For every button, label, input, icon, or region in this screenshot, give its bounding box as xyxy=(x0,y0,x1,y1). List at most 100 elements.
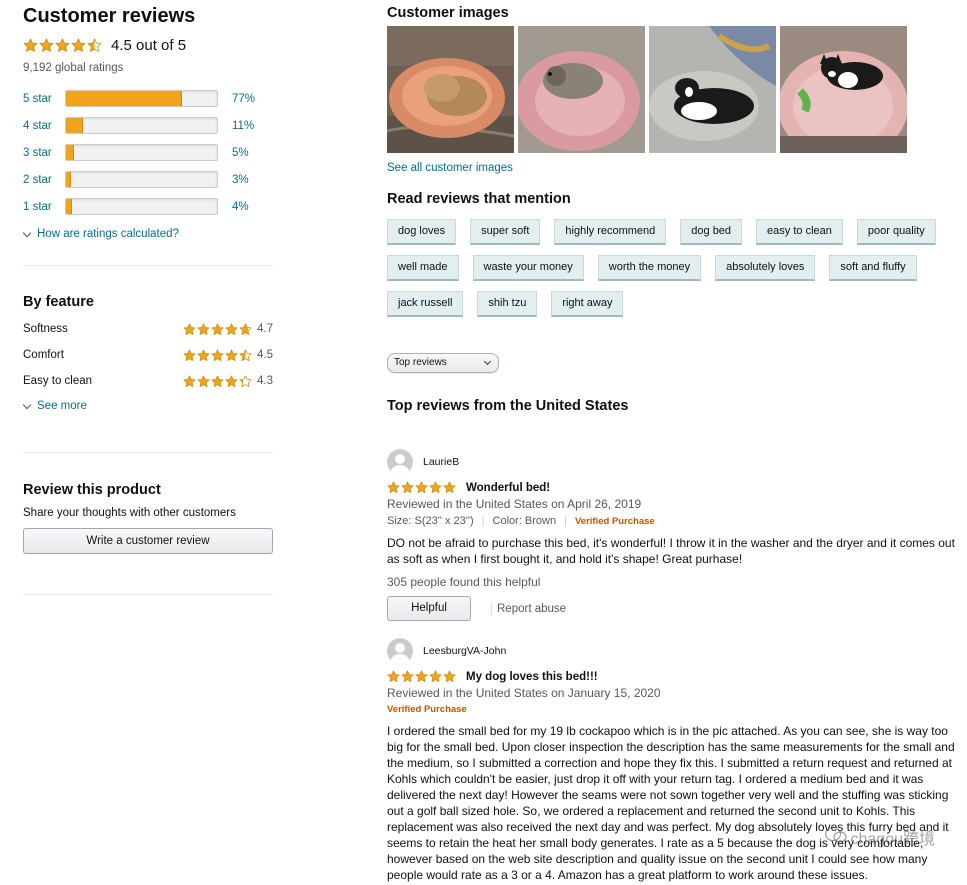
customer-image-dog-on-orange-bed[interactable] xyxy=(387,26,514,153)
histogram-bar[interactable] xyxy=(65,198,218,215)
star-icon xyxy=(443,670,456,683)
histogram-percent[interactable]: 5% xyxy=(232,147,249,159)
avatar xyxy=(387,638,413,664)
mention-tag[interactable]: highly recommend xyxy=(554,219,667,245)
star-icon xyxy=(225,322,238,336)
mention-tag[interactable]: super soft xyxy=(470,219,541,245)
star-icon xyxy=(429,670,442,683)
mention-tag[interactable]: poor quality xyxy=(856,219,936,245)
histogram-fill xyxy=(66,91,183,106)
feature-star-icon xyxy=(183,348,252,362)
histogram-row-3[interactable]: 3 star 5% xyxy=(23,139,273,166)
global-ratings-count: 9,192 global ratings xyxy=(23,62,124,74)
reviewer-name[interactable]: LaurieB xyxy=(423,456,459,468)
histogram-label[interactable]: 3 star xyxy=(23,147,65,159)
histogram-bar[interactable] xyxy=(65,90,218,107)
review-size[interactable]: Size: S(23'' x 23'') xyxy=(387,515,474,527)
histogram-row-2[interactable]: 2 star 3% xyxy=(23,166,273,193)
reviewer-profile[interactable]: LeesburgVA-John xyxy=(387,638,957,664)
histogram-percent[interactable]: 3% xyxy=(232,174,249,186)
wechat-icon xyxy=(824,826,847,849)
rating-summary[interactable]: 4.5 out of 5 xyxy=(23,35,273,55)
report-abuse-link[interactable]: Report abuse xyxy=(491,602,566,615)
reviewer-name[interactable]: LeesburgVA-John xyxy=(423,645,506,657)
customer-image-boston-terrier-with-toy[interactable] xyxy=(780,26,907,153)
star-icon xyxy=(239,322,252,336)
review-actions: Helpful Report abuse xyxy=(387,596,957,621)
feature-row-comfort: Comfort 4.5 xyxy=(23,342,273,368)
histogram-percent[interactable]: 77% xyxy=(232,93,255,105)
mention-tag[interactable]: absolutely loves xyxy=(715,255,816,281)
star-icon xyxy=(197,348,210,362)
reviewer-profile[interactable]: LaurieB xyxy=(387,449,957,475)
rating-histogram: 5 star 77% 4 star 11% 3 star 5% 2 star 3… xyxy=(23,85,273,220)
mention-tag[interactable]: right away xyxy=(551,291,624,317)
histogram-label[interactable]: 5 star xyxy=(23,93,65,105)
write-review-button[interactable]: Write a customer review xyxy=(23,528,273,554)
sort-select-value: Top reviews xyxy=(394,357,447,368)
verified-purchase-badge: Verified Purchase xyxy=(387,704,467,715)
how-ratings-calculated-link[interactable]: How are ratings calculated? xyxy=(22,228,273,240)
star-icon xyxy=(387,481,400,494)
histogram-label[interactable]: 4 star xyxy=(23,120,65,132)
histogram-fill xyxy=(66,199,73,214)
review-date: Reviewed in the United States on April 2… xyxy=(387,497,642,511)
mention-tag[interactable]: soft and fluffy xyxy=(829,255,917,281)
histogram-percent[interactable]: 11% xyxy=(232,120,254,132)
helpful-button[interactable]: Helpful xyxy=(387,596,471,621)
feature-name: Comfort xyxy=(23,349,64,361)
histogram-fill xyxy=(66,172,71,187)
star-icon xyxy=(183,322,196,336)
customer-images-title: Customer images xyxy=(387,5,509,21)
histogram-label[interactable]: 2 star xyxy=(23,174,65,186)
star-icon xyxy=(443,481,456,494)
review-item: LaurieB Wonderful bed! Reviewed in the U… xyxy=(387,449,957,621)
star-icon xyxy=(225,374,238,388)
histogram-row-1[interactable]: 1 star 4% xyxy=(23,193,273,220)
see-more-link[interactable]: See more xyxy=(22,400,273,412)
histogram-percent[interactable]: 4% xyxy=(232,201,249,213)
top-reviews-title: Top reviews from the United States xyxy=(387,398,629,414)
chevron-down-icon xyxy=(22,228,32,237)
mention-tag[interactable]: well made xyxy=(387,255,459,281)
mention-tag[interactable]: jack russell xyxy=(387,291,464,317)
histogram-bar[interactable] xyxy=(65,144,218,161)
feature-name: Softness xyxy=(23,323,68,335)
star-icon xyxy=(415,481,428,494)
mention-tag[interactable]: shih tzu xyxy=(477,291,538,317)
review-this-product-title: Review this product xyxy=(23,482,161,498)
histogram-bar[interactable] xyxy=(65,171,218,188)
histogram-bar[interactable] xyxy=(65,117,218,134)
customer-image-dog-on-pink-bed[interactable] xyxy=(518,26,645,153)
reviews-main-column: Customer images See all customer images … xyxy=(387,0,957,882)
histogram-label[interactable]: 1 star xyxy=(23,201,65,213)
mention-tag[interactable]: worth the money xyxy=(597,255,702,281)
feature-score: 4.5 xyxy=(257,349,273,361)
review-title[interactable]: My dog loves this bed!!! xyxy=(466,671,598,683)
sort-reviews-select[interactable]: Top reviews xyxy=(387,353,499,373)
feature-row-softness: Softness 4.7 xyxy=(23,316,273,342)
mention-tag[interactable]: dog bed xyxy=(680,219,743,245)
review-title[interactable]: Wonderful bed! xyxy=(466,482,550,494)
divider xyxy=(23,265,273,266)
mention-tag[interactable]: easy to clean xyxy=(756,219,843,245)
mention-tag[interactable]: waste your money xyxy=(472,255,584,281)
feature-list: Softness 4.7 Comfort 4.5 Easy to clean 4… xyxy=(23,316,273,394)
histogram-fill xyxy=(66,145,74,160)
chevron-down-icon xyxy=(483,357,492,366)
star-icon xyxy=(387,670,400,683)
mention-tag[interactable]: dog loves xyxy=(387,219,457,245)
review-title-row[interactable]: Wonderful bed! xyxy=(387,481,957,494)
review-color[interactable]: Color: Brown xyxy=(493,515,557,527)
star-icon xyxy=(415,670,428,683)
review-this-product-subtitle: Share your thoughts with other customers xyxy=(23,507,236,519)
customer-image-boston-terrier-on-bed[interactable] xyxy=(649,26,776,153)
how-ratings-calculated-text[interactable]: How are ratings calculated? xyxy=(37,228,179,240)
chevron-down-icon xyxy=(22,400,32,409)
see-all-images-link[interactable]: See all customer images xyxy=(387,162,957,174)
histogram-row-4[interactable]: 4 star 11% xyxy=(23,112,273,139)
review-title-row[interactable]: My dog loves this bed!!! xyxy=(387,670,957,683)
see-more-text[interactable]: See more xyxy=(37,400,87,412)
mention-tags: dog loves super soft highly recommend do… xyxy=(387,219,957,327)
histogram-row-5[interactable]: 5 star 77% xyxy=(23,85,273,112)
